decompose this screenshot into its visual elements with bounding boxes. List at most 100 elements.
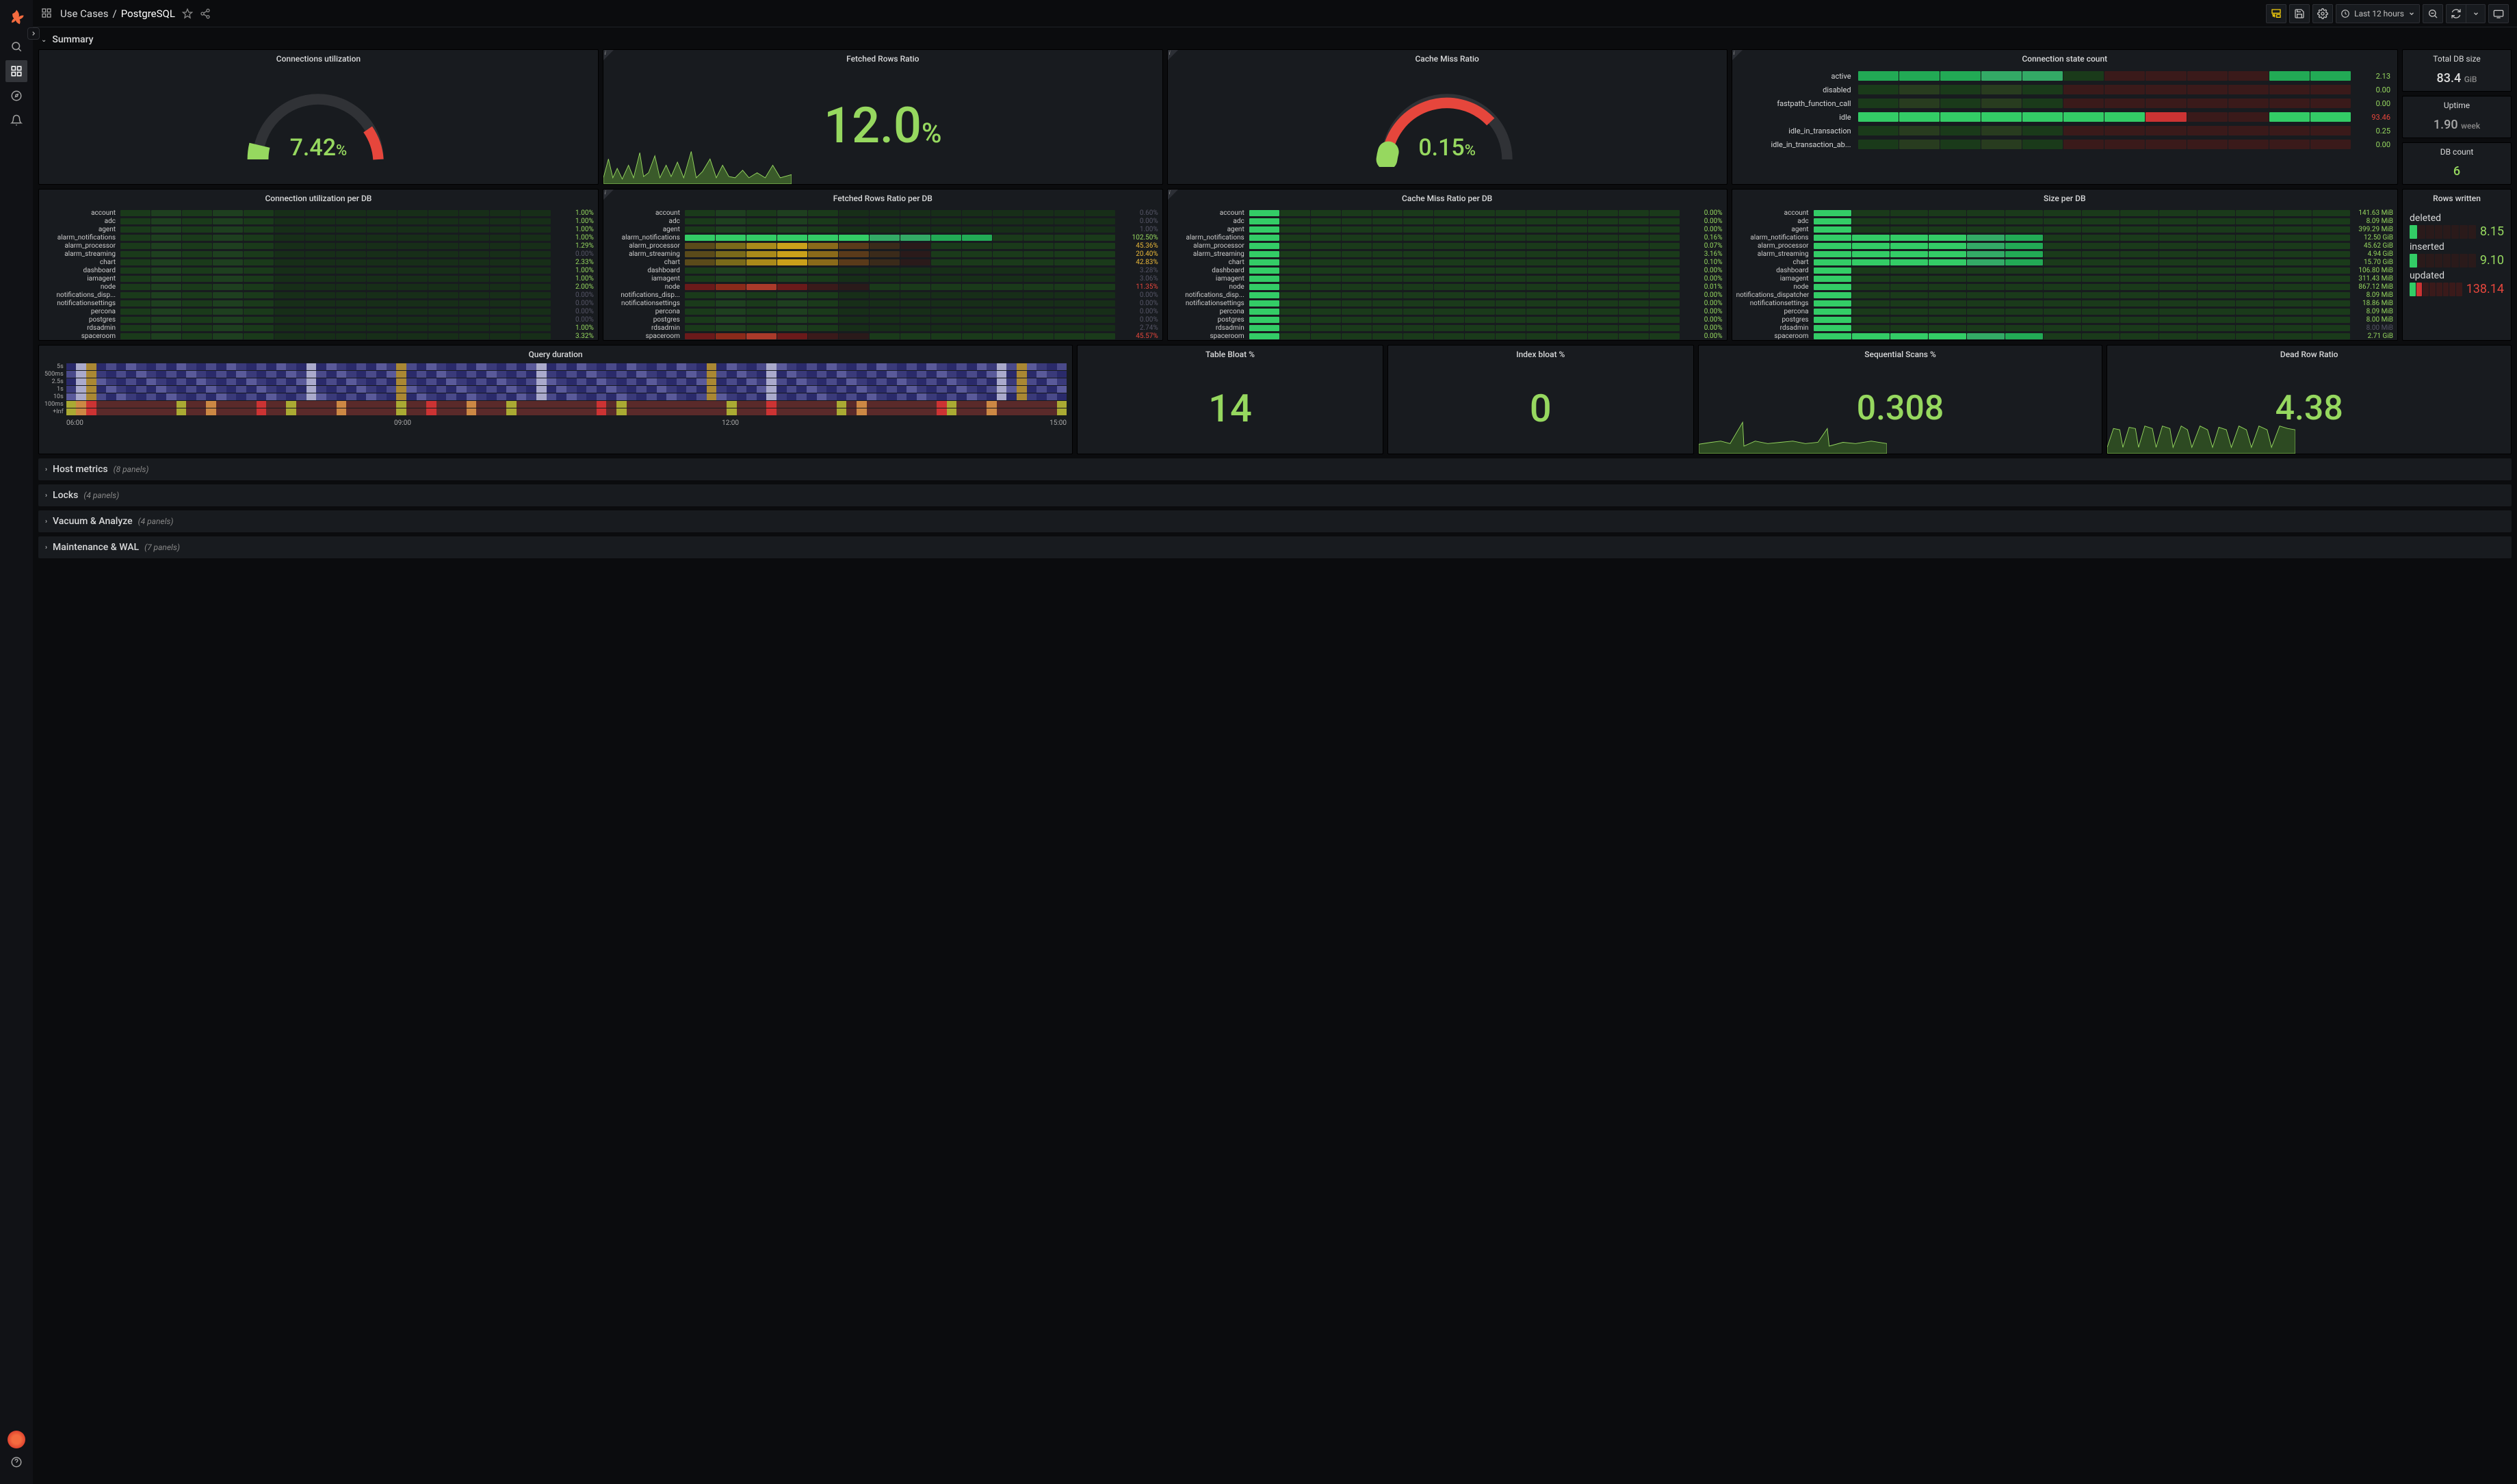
info-icon[interactable] [1732, 50, 1743, 60]
panel-index-bloat[interactable]: Index bloat % 0 [1387, 345, 1694, 454]
list-item: adc 0.00% [1172, 217, 1723, 225]
panel-title: Uptime [2403, 96, 2511, 112]
breadcrumb-folder[interactable]: Use Cases [60, 8, 109, 20]
list-item: node 11.35% [608, 283, 1158, 291]
list-item: rdsadmin 0.00% [1172, 324, 1723, 332]
panel-total-db-size[interactable]: Total DB size 83.4 GiB [2402, 49, 2512, 92]
help-icon[interactable] [5, 1451, 27, 1473]
list-item: idle_in_transaction_ab... 0.00 [1739, 138, 2390, 151]
settings-button[interactable] [2312, 4, 2333, 23]
panel-fetched-rows-db[interactable]: Fetched Rows Ratio per DB account 0.60% … [603, 189, 1163, 341]
list-item: agent 399.29 MiB [1736, 225, 2393, 233]
sparkline [1699, 416, 1887, 454]
list-item: spaceroom 2.71 GiB [1736, 332, 2393, 340]
row-title: Locks [53, 490, 78, 501]
save-button[interactable] [2289, 4, 2310, 23]
list-item: account 141.63 MiB [1736, 209, 2393, 217]
list-item: vernemq 2.63% [608, 340, 1158, 341]
chevron-right-icon: › [45, 518, 47, 525]
panel-cache-miss-ratio[interactable]: Cache Miss Ratio 0.15% [1167, 49, 1727, 185]
explore-icon[interactable] [5, 85, 27, 107]
list-item: percona 0.00% [43, 307, 594, 315]
panel-dead-row[interactable]: Dead Row Ratio 4.38 [2107, 345, 2512, 454]
row-panel-count: (4 panels) [138, 517, 174, 526]
list-item: notifications_disp... 0.00% [43, 291, 594, 299]
panel-size-db[interactable]: Size per DB account 141.63 MiB adc 8.09 … [1732, 189, 2398, 341]
dashboards-icon[interactable] [5, 60, 27, 82]
list-item: disabled 0.00 [1739, 83, 2390, 96]
info-icon[interactable] [603, 190, 614, 200]
list-item: active 2.13 [1739, 69, 2390, 83]
info-icon[interactable] [603, 50, 614, 60]
row-header-collapsed[interactable]: › Locks (4 panels) [38, 484, 2512, 506]
list-item: iamagent 0.00% [1172, 274, 1723, 283]
row-header-collapsed[interactable]: › Vacuum & Analyze (4 panels) [38, 510, 2512, 532]
list-item: spaceroom 3.32% [43, 332, 594, 340]
list-item: notificationsettings 0.00% [43, 299, 594, 307]
row-header-collapsed[interactable]: › Maintenance & WAL (7 panels) [38, 536, 2512, 558]
panel-connection-state-count[interactable]: Connection state count active 2.13 disab… [1732, 49, 2398, 185]
list-item: account 1.00% [43, 209, 594, 217]
panel-connections-utilization[interactable]: Connections utilization 7.42% [38, 49, 599, 185]
panel-seq-scans[interactable]: Sequential Scans % 0.308 [1698, 345, 2103, 454]
zoom-out-button[interactable] [2423, 4, 2443, 23]
list-item: notificationsettings 18.86 MiB [1736, 299, 2393, 307]
panel-grid-icon [41, 8, 53, 20]
panel-title: Cache Miss Ratio per DB [1168, 190, 1727, 207]
breadcrumb[interactable]: Use Cases / PostgreSQL [60, 8, 175, 20]
list-item: notificationsettings 0.00% [608, 299, 1158, 307]
sparkline [2107, 416, 2295, 454]
add-panel-button[interactable] [2266, 4, 2286, 23]
list-item: adc 8.09 MiB [1736, 217, 2393, 225]
list-item: vernemq 9.00% [43, 340, 594, 341]
search-icon[interactable] [5, 36, 27, 57]
star-icon[interactable] [182, 8, 193, 19]
list-item: dashboard 3.28% [608, 266, 1158, 274]
user-avatar[interactable] [8, 1431, 25, 1448]
panel-db-count[interactable]: DB count 6 [2402, 142, 2512, 185]
panel-rows-written[interactable]: Rows written deleted 8.15 inserted 9.10 … [2402, 189, 2512, 341]
list-item: iamagent 1.00% [43, 274, 594, 283]
info-icon[interactable] [1168, 50, 1178, 60]
rows-written-item: inserted 9.10 [2410, 242, 2504, 268]
grafana-logo-icon[interactable] [7, 8, 26, 27]
info-icon[interactable] [1168, 190, 1178, 200]
alerting-icon[interactable] [5, 109, 27, 131]
share-icon[interactable] [200, 8, 211, 19]
list-item: postgres 8.00 MiB [1736, 315, 2393, 324]
tv-mode-button[interactable] [2488, 4, 2509, 23]
list-item: node 0.01% [1172, 283, 1723, 291]
refresh-interval-picker[interactable] [2466, 4, 2486, 23]
refresh-button[interactable] [2446, 4, 2466, 23]
row-title: Vacuum & Analyze [53, 516, 133, 527]
panel-title: Connections utilization [39, 50, 598, 68]
time-range-picker[interactable]: Last 12 hours [2336, 4, 2420, 23]
sidebar [0, 0, 33, 1484]
panel-title: Connection state count [1732, 50, 2397, 68]
list-item: dashboard 0.00% [1172, 266, 1723, 274]
row-header-summary[interactable]: ⌄ Summary [38, 27, 2512, 49]
panel-table-bloat[interactable]: Table Bloat % 14 [1077, 345, 1383, 454]
panel-uptime[interactable]: Uptime 1.90 week [2402, 96, 2512, 138]
panel-conn-util-db[interactable]: Connection utilization per DB account 1.… [38, 189, 599, 341]
list-item: rdsadmin 8.00 MiB [1736, 324, 2393, 332]
sparkline [603, 146, 792, 184]
panel-query-duration[interactable]: Query duration 5s500ms2.5s1s10s100ms+Inf… [38, 345, 1073, 454]
row-panel-count: (8 panels) [114, 465, 149, 474]
list-item: chart 15.70 GiB [1736, 258, 2393, 266]
list-item: chart 42.83% [608, 258, 1158, 266]
list-item: alarm_streaming 4.94 GiB [1736, 250, 2393, 258]
list-item: fastpath_function_call 0.00 [1739, 96, 2390, 110]
row-panel-count: (4 panels) [83, 491, 119, 500]
expand-sidebar-button[interactable] [27, 27, 40, 40]
panel-cache-miss-db[interactable]: Cache Miss Ratio per DB account 0.00% ad… [1167, 189, 1727, 341]
chevron-right-icon: › [45, 492, 47, 499]
panel-fetched-rows-ratio[interactable]: Fetched Rows Ratio 12.0% [603, 49, 1163, 185]
row-title: Maintenance & WAL [53, 542, 139, 553]
breadcrumb-dashboard[interactable]: PostgreSQL [121, 8, 175, 20]
list-item: spaceroom 45.57% [608, 332, 1158, 340]
list-item: adc 0.00% [608, 217, 1158, 225]
list-item: notifications_dispatcher 8.09 MiB [1736, 291, 2393, 299]
row-header-collapsed[interactable]: › Host metrics (8 panels) [38, 458, 2512, 480]
list-item: percona 0.00% [1172, 307, 1723, 315]
